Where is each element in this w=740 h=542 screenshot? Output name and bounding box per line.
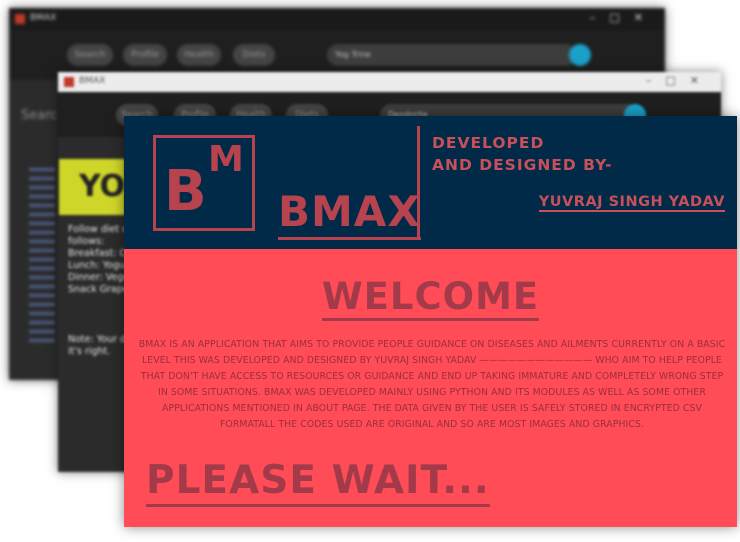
app-icon (64, 77, 74, 87)
diet-line: follows: (68, 236, 105, 247)
welcome-heading-wrap: WELCOME (124, 275, 737, 321)
nav-profile-button[interactable]: Profile (123, 44, 167, 66)
title-bar: BMAX –□✕ (58, 72, 721, 92)
link-list (29, 168, 55, 348)
window-title: BMAX (79, 76, 106, 86)
developed-line-1: DEVELOPED (432, 134, 545, 152)
title-bar: BMAX –□✕ (9, 8, 665, 30)
nav-health-button[interactable]: Health (177, 44, 221, 66)
diet-line: Dinner: Vege (68, 272, 128, 283)
nav-search-button[interactable]: Search (67, 44, 113, 66)
brand-name: BMAX (278, 188, 421, 240)
note-line: it's right. (68, 346, 111, 357)
bm-logo: B M (153, 135, 255, 231)
logo-letter-m: M (208, 139, 244, 180)
splash-screen: B M BMAX DEVELOPED AND DESIGNED BY- YUVR… (124, 116, 737, 527)
nav-diets-button[interactable]: Diets (233, 44, 275, 66)
result-banner: YO (59, 159, 125, 215)
please-wait-label: PLEASE WAIT... (146, 458, 490, 507)
about-paragraph: BMAX IS AN APPLICATION THAT AIMS TO PROV… (138, 339, 726, 430)
developed-line-2: AND DESIGNED BY- (432, 156, 613, 174)
search-go-button[interactable] (569, 44, 591, 66)
note-text: Note: Your d it's right. (68, 334, 128, 358)
author-name: YUVRAJ SINGH YADAV (538, 194, 725, 212)
window-controls[interactable]: –□✕ (646, 74, 713, 87)
diet-line: Breakfast: C (68, 248, 127, 259)
app-icon (15, 14, 25, 24)
diet-line: Snack Grape (68, 284, 128, 295)
logo-letter-b: B (164, 159, 207, 224)
header-divider (417, 126, 420, 238)
window-title: BMAX (30, 13, 57, 23)
diet-line: Lunch: Yogu (68, 260, 126, 271)
welcome-heading: WELCOME (321, 275, 540, 321)
note-line: Note: Your d (68, 334, 127, 345)
diet-text: Follow diet c follows: Breakfast: C Lunc… (68, 224, 128, 296)
splash-header: B M BMAX DEVELOPED AND DESIGNED BY- YUVR… (124, 116, 737, 249)
search-input[interactable]: Yog Trine (327, 44, 577, 66)
window-controls[interactable]: –□✕ (590, 11, 657, 24)
diet-line: Follow diet c (68, 224, 128, 235)
side-heading: Searc (21, 108, 58, 123)
